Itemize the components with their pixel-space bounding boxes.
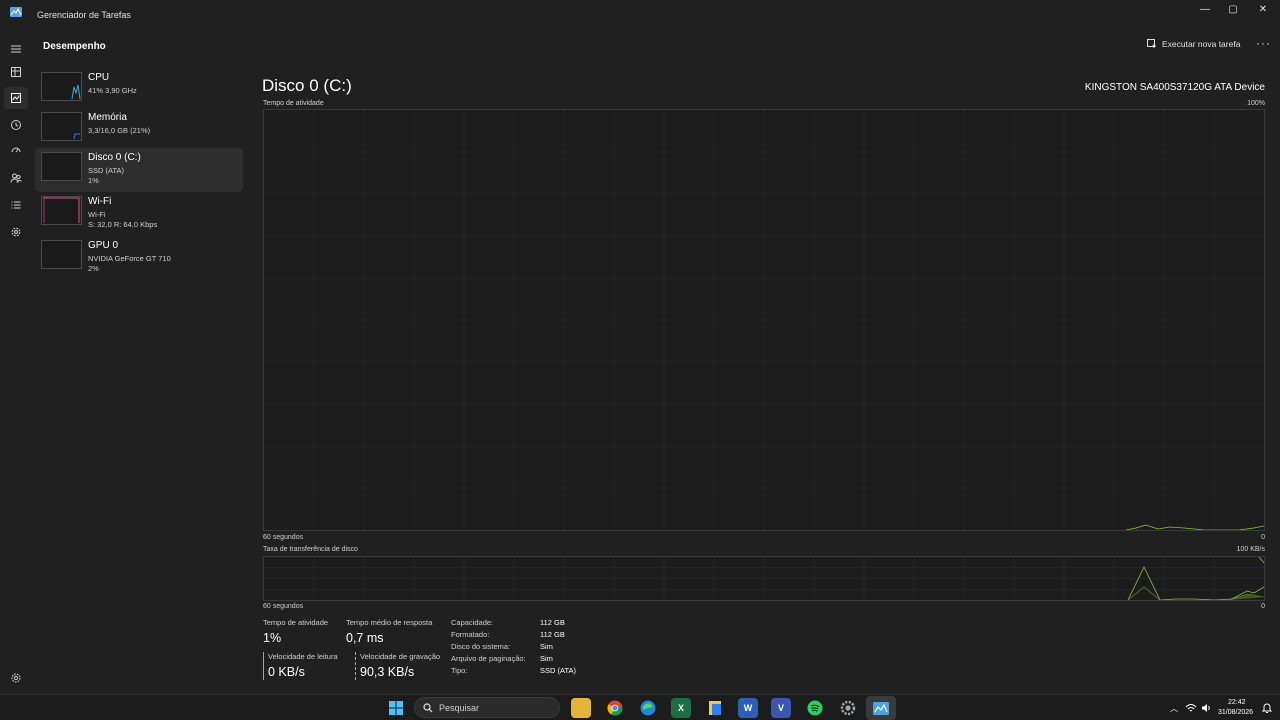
edge-icon[interactable] (638, 698, 658, 718)
page-header: Desempenho Executar nova tarefa ··· (32, 30, 1280, 62)
settings-icon[interactable] (4, 667, 28, 689)
device-item-memory[interactable]: Memória 3,3/16,0 GB (21%) (35, 108, 243, 152)
device-item-gpu0[interactable]: GPU 0 NVIDIA GeForce GT 710 2% (35, 236, 243, 280)
device-usage: 2% (88, 264, 99, 273)
maximize-button[interactable]: ▢ (1216, 0, 1250, 18)
write-speed-indicator (355, 652, 356, 680)
taskbar-search-box[interactable]: Pesquisar (414, 697, 560, 718)
type-value: SSD (ATA) (540, 666, 576, 675)
details-icon[interactable] (4, 194, 28, 216)
services-icon[interactable] (4, 221, 28, 243)
formatted-value: 112 GB (540, 630, 565, 639)
performance-icon[interactable] (4, 87, 28, 109)
device-detail: 3,3/16,0 GB (21%) (88, 126, 151, 135)
visio-icon[interactable]: V (771, 698, 791, 718)
tray-overflow-icon[interactable]: ︿ (1170, 703, 1178, 714)
run-new-task-button[interactable]: Executar nova tarefa (1147, 39, 1240, 49)
disk-performance-panel: Disco 0 (C:) KINGSTON SA400S37120G ATA D… (256, 62, 1276, 694)
page-file-label: Arquivo de paginação: (451, 654, 526, 663)
new-task-icon (1147, 39, 1156, 48)
volume-icon[interactable] (1201, 703, 1211, 713)
title-bar: Gerenciador de Tarefas — ▢ ✕ (0, 0, 1280, 30)
read-speed-label: Velocidade de leitura (268, 652, 338, 661)
task-manager-icon[interactable] (866, 696, 896, 720)
task-manager-app-icon (10, 7, 22, 17)
disk-model: KINGSTON SA400S37120G ATA Device (1084, 82, 1265, 93)
capacity-value: 112 GB (540, 618, 565, 627)
transfer-rate-graph (263, 556, 1265, 601)
device-name: CPU (88, 72, 110, 83)
formatted-label: Formatado: (451, 630, 490, 639)
device-item-disk0[interactable]: Disco 0 (C:) SSD (ATA) 1% (35, 148, 243, 192)
notes-icon[interactable] (705, 698, 725, 718)
transfer-graph-label: Taxa de transferência de disco (263, 546, 358, 553)
taskbar: Pesquisar X W V ︿ 22:42 31/08/2026 (0, 694, 1280, 720)
read-speed-indicator (263, 652, 264, 680)
type-label: Tipo: (451, 666, 468, 675)
capacity-label: Capacidade: (451, 618, 494, 627)
device-name: Disco 0 (C:) (88, 152, 141, 163)
close-button[interactable]: ✕ (1246, 0, 1280, 18)
history-icon[interactable] (4, 114, 28, 136)
device-detail: 41% 3,90 GHz (88, 86, 137, 95)
file-explorer-icon[interactable] (571, 698, 591, 718)
search-icon (423, 703, 433, 713)
device-name: Wi-Fi (88, 196, 112, 207)
device-name: Memória (88, 112, 127, 123)
windows-start-icon[interactable] (386, 698, 406, 718)
spotify-icon[interactable] (805, 698, 825, 718)
cpu-thumbnail-graph (41, 72, 82, 101)
page-title: Desempenho (43, 41, 106, 52)
processes-icon[interactable] (4, 61, 28, 83)
word-icon[interactable]: W (738, 698, 758, 718)
device-detail: NVIDIA GeForce GT 710 (88, 254, 171, 263)
search-placeholder: Pesquisar (439, 703, 480, 713)
activity-graph-label: Tempo de atividade (263, 100, 324, 107)
system-disk-value: Sim (540, 642, 553, 651)
transfer-graph-min: 0 (1261, 603, 1265, 610)
window-title: Gerenciador de Tarefas (37, 10, 131, 20)
clock-date[interactable]: 31/08/2026 (1218, 709, 1253, 716)
clock-time[interactable]: 22:42 (1228, 699, 1246, 706)
notification-icon[interactable] (1262, 702, 1272, 714)
users-icon[interactable] (4, 167, 28, 189)
transfer-graph-time: 60 segundos (263, 603, 304, 610)
chrome-icon[interactable] (605, 698, 625, 718)
system-disk-label: Disco do sistema: (451, 642, 511, 651)
response-time-label: Tempo médio de resposta (346, 618, 433, 627)
device-detail: SSD (ATA) (88, 166, 124, 175)
activity-graph-time: 60 segundos (263, 534, 304, 541)
settings-app-icon[interactable] (838, 698, 858, 718)
device-throughput: S: 32,0 R: 64,0 Kbps (88, 220, 158, 229)
disk-thumbnail-graph (41, 152, 82, 181)
activity-time-label: Tempo de atividade (263, 618, 329, 627)
activity-graph-max: 100% (1247, 100, 1265, 107)
network-icon[interactable] (1185, 703, 1197, 713)
device-detail: Wi-Fi (88, 210, 106, 219)
wifi-thumbnail-graph (41, 196, 82, 225)
menu-icon[interactable] (4, 38, 28, 60)
activity-time-graph (263, 109, 1265, 531)
device-item-cpu[interactable]: CPU 41% 3,90 GHz (35, 68, 243, 112)
transfer-graph-max: 100 KB/s (1236, 546, 1265, 553)
run-new-task-label: Executar nova tarefa (1162, 39, 1241, 49)
navigation-rail (0, 30, 32, 694)
disk-title: Disco 0 (C:) (262, 76, 352, 95)
memory-thumbnail-graph (41, 112, 82, 141)
read-speed-value: 0 KB/s (268, 665, 305, 679)
activity-time-value: 1% (263, 631, 282, 645)
response-time-value: 0,7 ms (346, 631, 384, 645)
write-speed-label: Velocidade de gravação (360, 652, 441, 661)
more-options-button[interactable]: ··· (1256, 36, 1271, 50)
activity-graph-min: 0 (1261, 534, 1265, 541)
excel-icon[interactable]: X (671, 698, 691, 718)
write-speed-value: 90,3 KB/s (360, 665, 415, 679)
device-name: GPU 0 (88, 240, 119, 251)
device-item-wifi[interactable]: Wi-Fi Wi-Fi S: 32,0 R: 64,0 Kbps (35, 192, 243, 236)
device-usage: 1% (88, 176, 99, 185)
startup-icon[interactable] (4, 140, 28, 162)
gpu-thumbnail-graph (41, 240, 82, 269)
page-file-value: Sim (540, 654, 553, 663)
